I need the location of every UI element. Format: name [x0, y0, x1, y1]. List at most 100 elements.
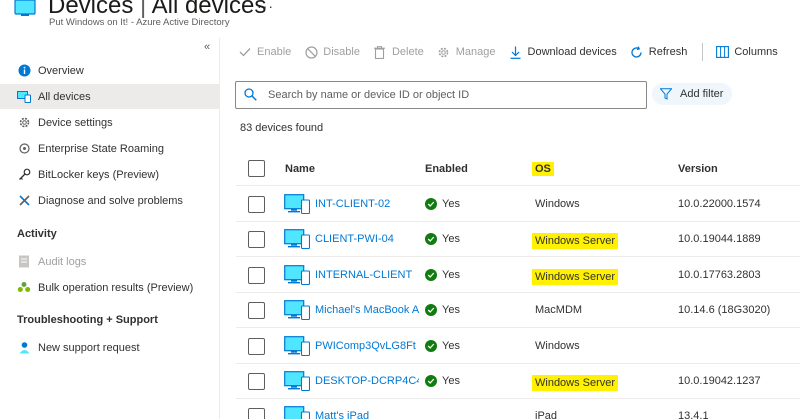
- row-checkbox[interactable]: [248, 302, 265, 320]
- enabled-cell: Yes: [425, 339, 460, 352]
- download-label: Download devices: [527, 46, 617, 58]
- sidebar-item-label: Diagnose and solve problems: [38, 194, 183, 207]
- sidebar-item-all-devices[interactable]: All devices: [0, 84, 219, 109]
- enabled-value: Yes: [442, 268, 460, 281]
- column-header-enabled[interactable]: Enabled: [425, 163, 468, 175]
- device-name-link[interactable]: INT-CLIENT-02: [315, 198, 390, 210]
- row-checkbox[interactable]: [248, 196, 265, 213]
- version-cell: 10.0.19042.1237: [678, 375, 761, 387]
- version-cell: 10.0.19044.1889: [678, 233, 761, 246]
- row-checkbox[interactable]: [248, 408, 265, 419]
- table-row[interactable]: INT-CLIENT-02 Yes Windows 10.0.22000.1574: [236, 187, 800, 222]
- table-header: Name Enabled OS Version: [236, 152, 800, 186]
- row-checkbox[interactable]: [248, 373, 265, 390]
- manage-label: Manage: [455, 46, 496, 58]
- manage-button[interactable]: Manage: [437, 42, 496, 62]
- sidebar-item-label: All devices: [38, 90, 91, 103]
- device-name-link[interactable]: INTERNAL-CLIENT: [315, 269, 412, 281]
- table-row[interactable]: DESKTOP-DCRP4C4 Yes Windows Server 10.0.190…: [236, 364, 800, 399]
- os-cell: iPad: [535, 410, 558, 419]
- enabled-value: Yes: [442, 339, 460, 352]
- table-row[interactable]: INTERNAL-CLIENT Yes Windows Server 10.0.177…: [236, 258, 800, 293]
- sidebar-item-overview[interactable]: Overview: [0, 58, 219, 83]
- table-row[interactable]: Michael's MacBook A Yes MacMDM 10.14.6 (18G…: [236, 293, 800, 329]
- column-header-os[interactable]: OS: [532, 162, 554, 176]
- device-name-link[interactable]: CLIENT-PWI-04: [315, 233, 394, 245]
- table-row[interactable]: CLIENT-PWI-04 Yes Windows Server 10.0.19044…: [236, 222, 800, 258]
- delete-button[interactable]: Delete: [373, 42, 424, 62]
- columns-icon: [715, 45, 729, 59]
- success-check-icon: [425, 375, 437, 387]
- disable-button[interactable]: Disable: [304, 42, 360, 62]
- columns-label: Columns: [734, 46, 778, 58]
- toolbar-divider: [702, 43, 704, 61]
- os-cell: Windows: [535, 198, 580, 210]
- download-devices-button[interactable]: Download devices: [509, 42, 617, 62]
- support-icon: [17, 341, 31, 355]
- device-icon: [284, 264, 311, 285]
- sync-icon: [17, 142, 31, 156]
- device-name-link[interactable]: Michael's MacBook A: [315, 304, 419, 316]
- enabled-value: Yes: [442, 304, 460, 317]
- enable-button[interactable]: Enable: [238, 42, 291, 62]
- success-check-icon: [425, 304, 437, 317]
- enabled-cell: Yes: [425, 198, 460, 210]
- device-icon: [284, 229, 311, 250]
- success-check-icon: [425, 268, 437, 281]
- collapse-sidebar-button[interactable]: «: [204, 41, 210, 53]
- search-input[interactable]: [268, 89, 628, 101]
- block-icon: [304, 45, 318, 59]
- sidebar-item-new-support-request[interactable]: New support request: [0, 335, 219, 360]
- more-options-button[interactable]: ···: [257, 0, 274, 14]
- sidebar-item-label: Enterprise State Roaming: [38, 142, 164, 155]
- enabled-cell: Yes: [425, 268, 460, 281]
- version-cell: 10.14.6 (18G3020): [678, 304, 771, 317]
- device-icon: [284, 194, 311, 215]
- trash-icon: [373, 45, 387, 59]
- success-check-icon: [425, 339, 437, 352]
- sidebar-item-diagnose[interactable]: Diagnose and solve problems: [0, 188, 219, 213]
- gear-icon: [17, 116, 31, 130]
- wrench-icon: [17, 194, 31, 208]
- table-row[interactable]: PWIComp3QvLG8Ft Yes Windows: [236, 329, 800, 364]
- refresh-label: Refresh: [648, 46, 688, 58]
- download-icon: [509, 45, 523, 59]
- devices-icon: [17, 90, 31, 104]
- sidebar-item-device-settings[interactable]: Device settings: [0, 110, 219, 135]
- command-bar: Enable Disable Delete Manage Download de…: [238, 42, 791, 62]
- sidebar-item-bulk-operations[interactable]: Bulk operation results (Preview): [0, 275, 219, 300]
- sidebar-item-audit-logs[interactable]: Audit logs: [0, 249, 219, 274]
- row-checkbox[interactable]: [248, 337, 265, 355]
- column-header-name[interactable]: Name: [285, 163, 315, 175]
- os-cell: MacMDM: [535, 304, 583, 317]
- success-check-icon: [425, 198, 437, 210]
- table-row[interactable]: Matt's iPad iPad 13.4.1: [236, 399, 800, 419]
- sidebar-item-label: Bulk operation results (Preview): [38, 281, 194, 294]
- sidebar-item-enterprise-state-roaming[interactable]: Enterprise State Roaming: [0, 136, 219, 161]
- enabled-cell: Yes: [425, 304, 460, 317]
- column-header-version[interactable]: Version: [678, 163, 718, 175]
- sidebar-item-label: Audit logs: [38, 255, 87, 268]
- sidebar-item-bitlocker-keys[interactable]: BitLocker keys (Preview): [0, 162, 219, 187]
- column-header-os-label: OS: [532, 162, 554, 176]
- columns-button[interactable]: Columns: [715, 42, 778, 62]
- gear-icon: [437, 45, 451, 59]
- sidebar: « Overview All devices Device settings E…: [0, 38, 220, 419]
- add-filter-button[interactable]: Add filter: [652, 83, 732, 105]
- select-all-checkbox[interactable]: [248, 160, 265, 177]
- checkmark-icon: [238, 45, 252, 59]
- log-icon: [17, 255, 31, 269]
- row-checkbox[interactable]: [248, 266, 265, 284]
- people-icon: [17, 281, 31, 295]
- device-name-link[interactable]: Matt's iPad: [315, 410, 369, 419]
- delete-label: Delete: [391, 46, 424, 58]
- device-icon: [284, 371, 311, 392]
- search-icon: [244, 88, 258, 102]
- row-checkbox[interactable]: [248, 231, 265, 249]
- sidebar-item-label: Device settings: [38, 116, 113, 129]
- refresh-button[interactable]: Refresh: [630, 42, 688, 62]
- version-cell: 10.0.22000.1574: [678, 198, 761, 210]
- device-name-link[interactable]: DESKTOP-DCRP4C4: [315, 375, 419, 387]
- sidebar-item-label: BitLocker keys (Preview): [38, 168, 160, 181]
- device-name-link[interactable]: PWIComp3QvLG8Ft: [315, 340, 416, 352]
